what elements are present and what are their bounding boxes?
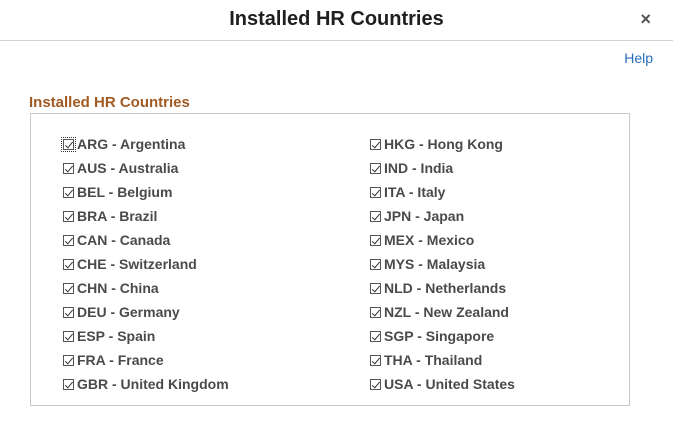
dialog-title: Installed HR Countries <box>229 8 444 30</box>
country-checkbox[interactable] <box>370 210 381 222</box>
countries-group-box: ARG - Argentina AUS - Australia BEL - Belg… <box>30 113 630 406</box>
country-row[interactable]: ARG - Argentina <box>61 132 229 156</box>
country-row[interactable]: GBR - United Kingdom <box>63 372 229 396</box>
country-row[interactable]: BRA - Brazil <box>63 204 229 228</box>
country-label: DEU - Germany <box>77 304 180 320</box>
country-row[interactable]: FRA - France <box>63 348 229 372</box>
country-checkbox[interactable] <box>61 136 76 152</box>
country-label: BRA - Brazil <box>77 208 158 224</box>
country-label: GBR - United Kingdom <box>77 376 229 392</box>
country-checkbox[interactable] <box>370 354 381 366</box>
country-label: THA - Thailand <box>384 352 483 368</box>
country-row[interactable]: ITA - Italy <box>370 180 515 204</box>
country-row[interactable]: AUS - Australia <box>63 156 229 180</box>
country-row[interactable]: ESP - Spain <box>63 324 229 348</box>
country-checkbox[interactable] <box>63 186 74 198</box>
country-label: NLD - Netherlands <box>384 280 507 296</box>
close-icon[interactable]: × <box>640 9 651 30</box>
country-label: CHE - Switzerland <box>77 256 197 272</box>
country-row[interactable]: CHN - China <box>63 276 229 300</box>
country-label: SGP - Singapore <box>384 328 495 344</box>
country-checkbox[interactable] <box>370 306 381 318</box>
country-row[interactable]: BEL - Belgium <box>63 180 229 204</box>
country-label: AUS - Australia <box>77 160 179 176</box>
country-checkbox[interactable] <box>370 378 381 390</box>
country-label: FRA - France <box>77 352 164 368</box>
country-row[interactable]: MEX - Mexico <box>370 228 515 252</box>
country-label: CHN - China <box>77 280 159 296</box>
country-row[interactable]: THA - Thailand <box>370 348 515 372</box>
country-row[interactable]: NLD - Netherlands <box>370 276 515 300</box>
country-row[interactable]: CHE - Switzerland <box>63 252 229 276</box>
country-label: IND - India <box>384 160 454 176</box>
country-checkbox[interactable] <box>370 186 381 198</box>
country-label: USA - United States <box>384 376 515 392</box>
dialog-header: Installed HR Countries × <box>0 0 673 41</box>
country-row[interactable]: SGP - Singapore <box>370 324 515 348</box>
country-checkbox[interactable] <box>370 162 381 174</box>
country-row[interactable]: MYS - Malaysia <box>370 252 515 276</box>
country-checkbox[interactable] <box>370 138 381 150</box>
country-label: JPN - Japan <box>384 208 465 224</box>
country-checkbox[interactable] <box>370 258 381 270</box>
countries-column-left: ARG - Argentina AUS - Australia BEL - Belg… <box>61 132 229 396</box>
country-label: MYS - Malaysia <box>384 256 486 272</box>
country-checkbox[interactable] <box>370 282 381 294</box>
section-title: Installed HR Countries <box>29 94 190 111</box>
country-row[interactable]: HKG - Hong Kong <box>370 132 515 156</box>
country-label: CAN - Canada <box>77 232 171 248</box>
country-checkbox[interactable] <box>63 258 74 270</box>
country-row[interactable]: USA - United States <box>370 372 515 396</box>
country-checkbox[interactable] <box>63 234 74 246</box>
country-row[interactable]: NZL - New Zealand <box>370 300 515 324</box>
country-checkbox[interactable] <box>63 282 74 294</box>
help-link[interactable]: Help <box>624 50 653 66</box>
country-label: ITA - Italy <box>384 184 446 200</box>
country-label: NZL - New Zealand <box>384 304 509 320</box>
country-row[interactable]: CAN - Canada <box>63 228 229 252</box>
country-checkbox[interactable] <box>63 210 74 222</box>
country-checkbox[interactable] <box>63 378 74 390</box>
country-row[interactable]: JPN - Japan <box>370 204 515 228</box>
country-label: ESP - Spain <box>77 328 156 344</box>
country-checkbox[interactable] <box>370 330 381 342</box>
countries-column-right: HKG - Hong Kong IND - India ITA - Italy JPN… <box>370 132 515 396</box>
country-label: BEL - Belgium <box>77 184 173 200</box>
country-row[interactable]: IND - India <box>370 156 515 180</box>
country-label: MEX - Mexico <box>384 232 475 248</box>
country-checkbox[interactable] <box>63 354 74 366</box>
country-checkbox[interactable] <box>370 234 381 246</box>
country-row[interactable]: DEU - Germany <box>63 300 229 324</box>
country-checkbox[interactable] <box>63 306 74 318</box>
country-label: ARG - Argentina <box>77 136 186 152</box>
country-label: HKG - Hong Kong <box>384 136 503 152</box>
country-checkbox[interactable] <box>63 162 74 174</box>
country-checkbox[interactable] <box>63 330 74 342</box>
